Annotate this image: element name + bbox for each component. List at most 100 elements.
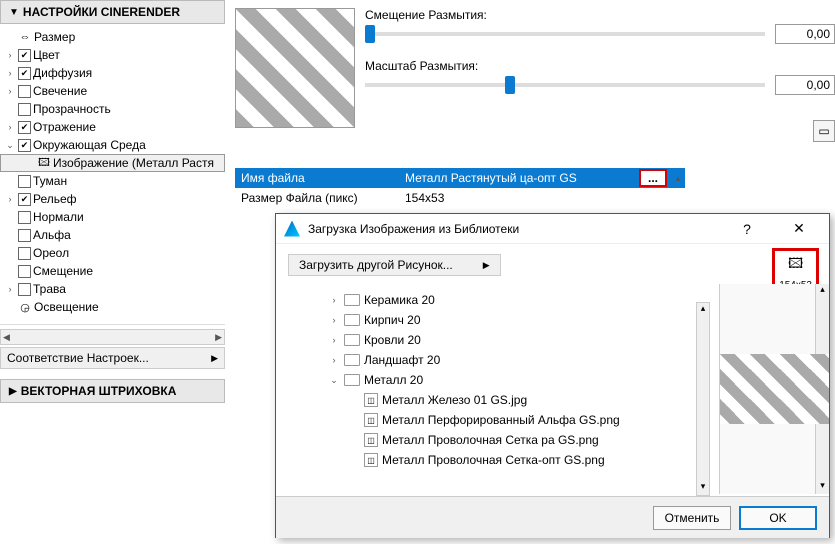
tree-item-label: Альфа — [33, 228, 71, 242]
expand-icon[interactable]: › — [328, 315, 340, 325]
scroll-up-icon[interactable]: ▴ — [816, 284, 829, 298]
blur-offset-slider[interactable] — [365, 32, 765, 36]
library-item[interactable]: ⌄Металл 20 — [288, 370, 698, 390]
expand-icon[interactable]: › — [4, 50, 16, 60]
scroll-down-icon[interactable]: ▾ — [697, 481, 709, 495]
dialog-titlebar[interactable]: Загрузка Изображения из Библиотеки ? ✕ — [276, 214, 829, 244]
collapse-icon[interactable]: ▴ — [671, 173, 685, 184]
tree-item[interactable]: ⇔Размер — [0, 28, 225, 46]
match-settings-button[interactable]: Соответствие Настроек... ▶ — [0, 347, 225, 369]
blur-scale-input[interactable] — [775, 75, 835, 95]
checkbox[interactable] — [18, 121, 31, 134]
checkbox[interactable] — [18, 175, 31, 188]
panel-header-cinerender[interactable]: ▼ НАСТРОЙКИ CINERENDER — [0, 0, 225, 24]
tree-item[interactable]: Альфа — [0, 226, 225, 244]
load-other-button[interactable]: Загрузить другой Рисунок... ▶ — [288, 254, 501, 276]
library-item[interactable]: ›Кровли 20 — [288, 330, 698, 350]
item-icon: ⇔ — [18, 30, 32, 44]
tree-item[interactable]: ›Отражение — [0, 118, 225, 136]
checkbox[interactable] — [18, 283, 31, 296]
expand-icon[interactable]: ⌄ — [4, 140, 16, 151]
scroll-right-icon[interactable]: ▶ — [215, 332, 222, 343]
tree-item[interactable]: Ореол — [0, 244, 225, 262]
library-item[interactable]: ◫Металл Перфорированный Альфа GS.png — [288, 410, 698, 430]
tree-item[interactable]: ◶Освещение — [0, 298, 225, 316]
panel-title: НАСТРОЙКИ CINERENDER — [23, 5, 180, 19]
library-item[interactable]: ◫Металл Железо 01 GS.jpg — [288, 390, 698, 410]
folder-icon — [344, 374, 360, 386]
checkbox[interactable] — [18, 49, 31, 62]
filename-label: Имя файла — [235, 171, 405, 185]
checkbox[interactable] — [18, 103, 31, 116]
folder-icon — [344, 314, 360, 326]
horizontal-scrollbar[interactable]: ◀ ▶ — [0, 329, 225, 345]
checkbox[interactable] — [18, 211, 31, 224]
blur-scale-slider[interactable] — [365, 83, 765, 87]
match-settings-label: Соответствие Настроек... — [7, 351, 149, 365]
expand-icon[interactable]: › — [4, 68, 16, 78]
expand-icon[interactable]: ⌄ — [328, 375, 340, 386]
library-tree[interactable]: ›Керамика 20›Кирпич 20›Кровли 20›Ландшаф… — [288, 290, 698, 490]
close-button[interactable]: ✕ — [777, 215, 821, 243]
tree-scrollbar[interactable]: ▴ ▾ — [696, 302, 710, 496]
checkbox[interactable] — [18, 265, 31, 278]
cancel-button[interactable]: Отменить — [653, 506, 731, 530]
checkbox[interactable] — [18, 67, 31, 80]
checkbox[interactable] — [18, 85, 31, 98]
blur-scale-label: Масштаб Размытия: — [365, 59, 835, 73]
checkbox[interactable] — [18, 229, 31, 242]
library-item-label: Металл Перфорированный Альфа GS.png — [382, 413, 620, 427]
library-item[interactable]: ◫Металл Проволочная Сетка ра GS.png — [288, 430, 698, 450]
scroll-up-icon[interactable]: ▴ — [697, 303, 709, 317]
scroll-left-icon[interactable]: ◀ — [3, 332, 10, 343]
tree-item-label: Туман — [33, 174, 67, 188]
expand-icon[interactable]: › — [4, 284, 16, 294]
expand-icon[interactable]: › — [328, 295, 340, 305]
popup-button[interactable]: ▭ — [813, 120, 835, 142]
load-image-dialog: Загрузка Изображения из Библиотеки ? ✕ З… — [275, 213, 830, 538]
tree-item[interactable]: ⌄Окружающая Среда — [0, 136, 225, 154]
tree-item[interactable]: Прозрачность — [0, 100, 225, 118]
tree-item-label: Ореол — [33, 246, 69, 260]
ok-button[interactable]: OK — [739, 506, 817, 530]
library-item-label: Ландшафт 20 — [364, 353, 440, 367]
preview-icon: 🖾 — [779, 253, 812, 277]
tree-item[interactable]: Туман — [0, 172, 225, 190]
expand-icon[interactable]: › — [328, 335, 340, 345]
tree-item[interactable]: ›Рельеф — [0, 190, 225, 208]
tree-item-label: Нормали — [33, 210, 84, 224]
library-item[interactable]: › Ландшафт 20 — [288, 350, 698, 370]
expand-icon[interactable]: › — [4, 86, 16, 96]
expand-icon[interactable]: › — [328, 355, 340, 365]
browse-button[interactable]: ... — [639, 169, 667, 187]
help-button[interactable]: ? — [725, 215, 769, 243]
tree-item[interactable]: Нормали — [0, 208, 225, 226]
tree-item[interactable]: ›Диффузия — [0, 64, 225, 82]
chevron-right-icon: ▶ — [211, 353, 218, 364]
tree-item-label: Размер — [34, 30, 75, 44]
library-item[interactable]: ›Кирпич 20 — [288, 310, 698, 330]
library-item-label: Металл Проволочная Сетка-опт GS.png — [382, 453, 605, 467]
settings-panel: ▼ НАСТРОЙКИ CINERENDER ⇔Размер›Цвет›Дифф… — [0, 0, 225, 540]
blur-offset-input[interactable] — [775, 24, 835, 44]
scroll-down-icon[interactable]: ▾ — [816, 480, 829, 494]
tree-item[interactable]: Смещение — [0, 262, 225, 280]
library-item[interactable]: ›Керамика 20 — [288, 290, 698, 310]
tree-item[interactable]: ›Свечение — [0, 82, 225, 100]
checkbox[interactable] — [18, 247, 31, 260]
vector-label: ВЕКТОРНАЯ ШТРИХОВКА — [21, 384, 177, 398]
checkbox[interactable] — [18, 139, 31, 152]
panel-header-vector[interactable]: ▶ ВЕКТОРНАЯ ШТРИХОВКА — [0, 379, 225, 403]
library-item[interactable]: ◫Металл Проволочная Сетка-опт GS.png — [288, 450, 698, 470]
preview-scrollbar[interactable]: ▴ ▾ — [815, 284, 829, 494]
item-icon: ◶ — [18, 300, 32, 314]
expand-icon[interactable]: › — [4, 122, 16, 132]
expand-icon[interactable]: › — [4, 194, 16, 204]
tree-item[interactable]: ›Цвет — [0, 46, 225, 64]
checkbox[interactable] — [18, 193, 31, 206]
tree-item[interactable]: 🖾Изображение (Металл Растя — [0, 154, 225, 172]
chevron-right-icon: ▶ — [483, 260, 490, 271]
filesize-label: Размер Файла (пикс) — [235, 191, 405, 205]
file-row-size: Размер Файла (пикс) 154x53 — [235, 188, 685, 208]
tree-item[interactable]: ›Трава — [0, 280, 225, 298]
